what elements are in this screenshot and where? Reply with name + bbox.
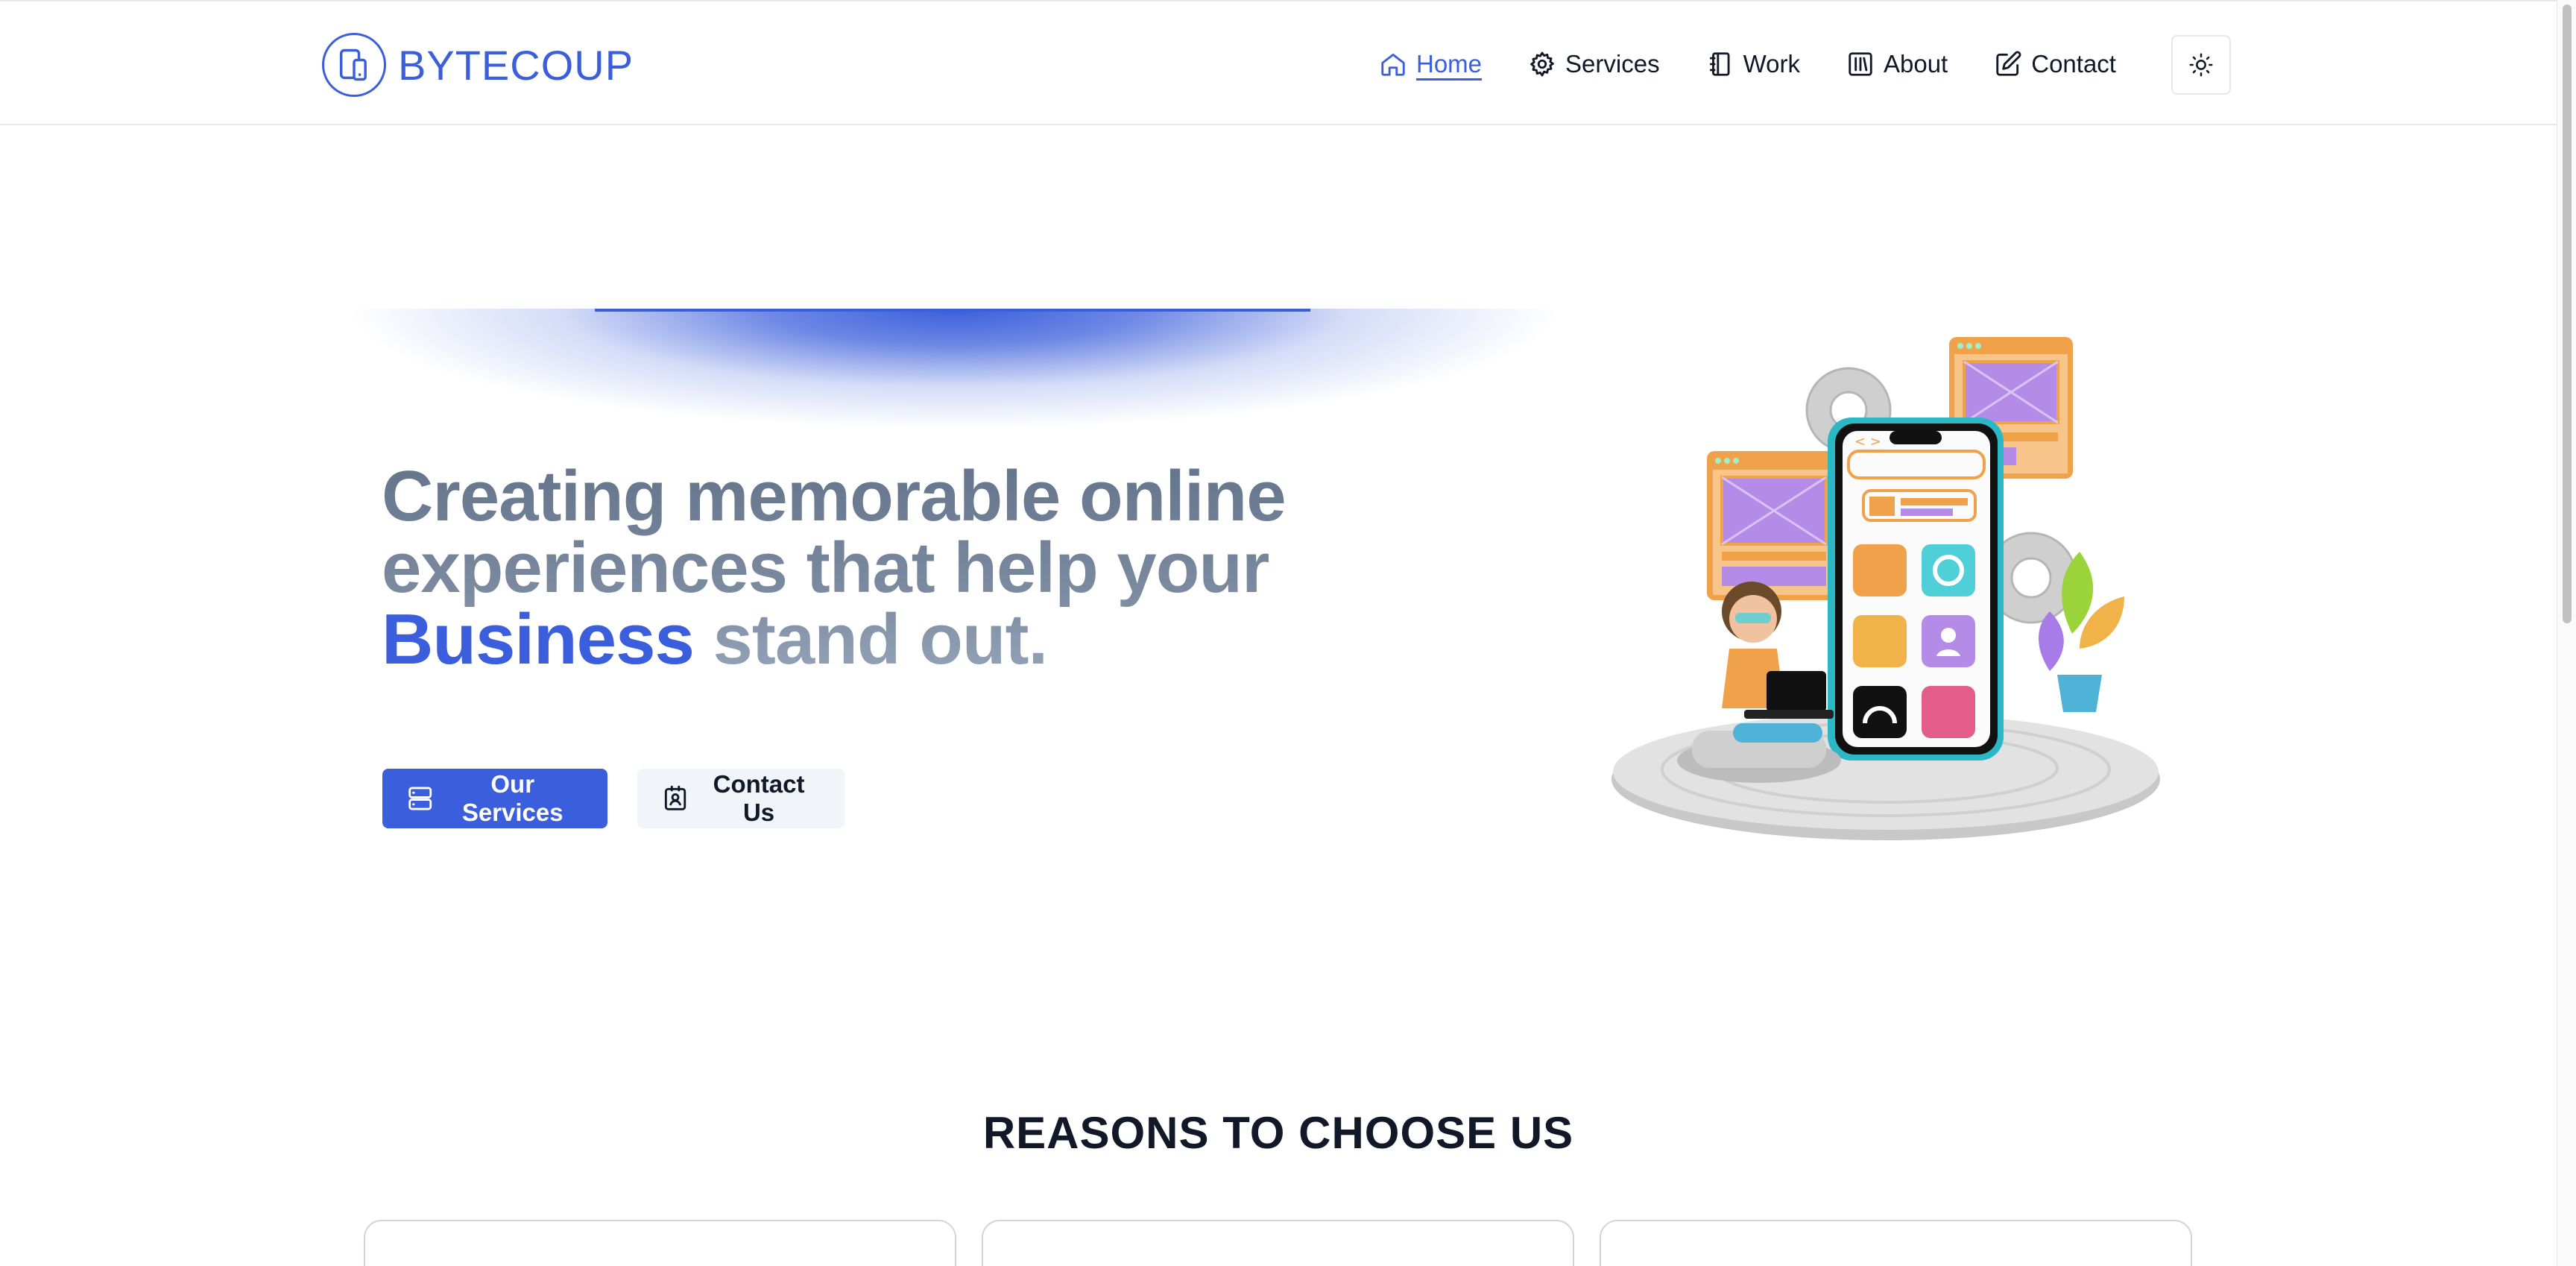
page: BYTECOUP Home Services Work About Contac…	[0, 0, 2557, 1266]
character-decoration	[1677, 582, 1841, 783]
nav-about[interactable]: About	[1846, 50, 1948, 78]
our-services-button[interactable]: Our Services	[382, 769, 607, 828]
nav-services-label: Services	[1565, 50, 1660, 78]
brand-logo-link[interactable]: BYTECOUP	[322, 33, 634, 97]
nav-about-label: About	[1883, 50, 1948, 78]
contact-us-label: Contact Us	[713, 770, 805, 826]
nav-contact[interactable]: Contact	[1994, 50, 2116, 78]
brand-name: BYTECOUP	[398, 41, 634, 89]
edit-icon	[1996, 51, 2021, 76]
phone-decoration: < >	[1828, 418, 2004, 760]
hero-glow-edge	[595, 309, 1310, 312]
viewport: BYTECOUP Home Services Work About Contac…	[0, 0, 2576, 1266]
notebook-icon	[1709, 52, 1730, 76]
library-icon	[1849, 52, 1872, 76]
headline-text: Creating memorable online experiences th…	[382, 456, 1286, 608]
devices-icon	[322, 33, 386, 97]
headline-accent: Business	[382, 599, 695, 679]
hero-illustration: < >	[1611, 337, 2160, 840]
nav-contact-label: Contact	[2031, 50, 2116, 78]
headline-text-end: stand out.	[693, 599, 1048, 679]
nav-home[interactable]: Home	[1379, 50, 1482, 78]
gear-icon	[1530, 51, 1554, 77]
nav-services[interactable]: Services	[1528, 50, 1660, 78]
nav-home-label: Home	[1416, 50, 1483, 78]
main-nav: Home Services Work About Contact	[1379, 43, 2116, 85]
reasons-cards	[364, 1220, 2192, 1266]
hero-actions: Our Services Contact Us	[382, 769, 845, 828]
contact-card-icon	[664, 785, 686, 810]
scrollbar-thumb[interactable]	[2563, 4, 2572, 623]
page-scrollbar[interactable]	[2557, 0, 2576, 1266]
reasons-title: REASONS TO CHOOSE US	[982, 1108, 1574, 1158]
home-icon	[1381, 53, 1405, 76]
nav-work[interactable]: Work	[1706, 50, 1800, 78]
sun-icon	[2189, 53, 2213, 77]
server-icon	[408, 787, 432, 810]
theme-toggle-button[interactable]	[2171, 35, 2231, 95]
nav-work-label: Work	[1743, 50, 1800, 78]
reason-card	[1600, 1220, 2192, 1266]
browser-window-decoration-left	[1707, 451, 1841, 600]
reason-card	[364, 1220, 956, 1266]
hero-headline: Creating memorable online experiences th…	[382, 461, 1530, 675]
site-header: BYTECOUP Home Services Work About Contac…	[0, 0, 2557, 125]
contact-us-button[interactable]: Contact Us	[637, 769, 845, 828]
our-services-label: Our Services	[461, 770, 564, 826]
svg-text:< >: < >	[1854, 434, 1881, 450]
reason-card	[982, 1220, 1574, 1266]
